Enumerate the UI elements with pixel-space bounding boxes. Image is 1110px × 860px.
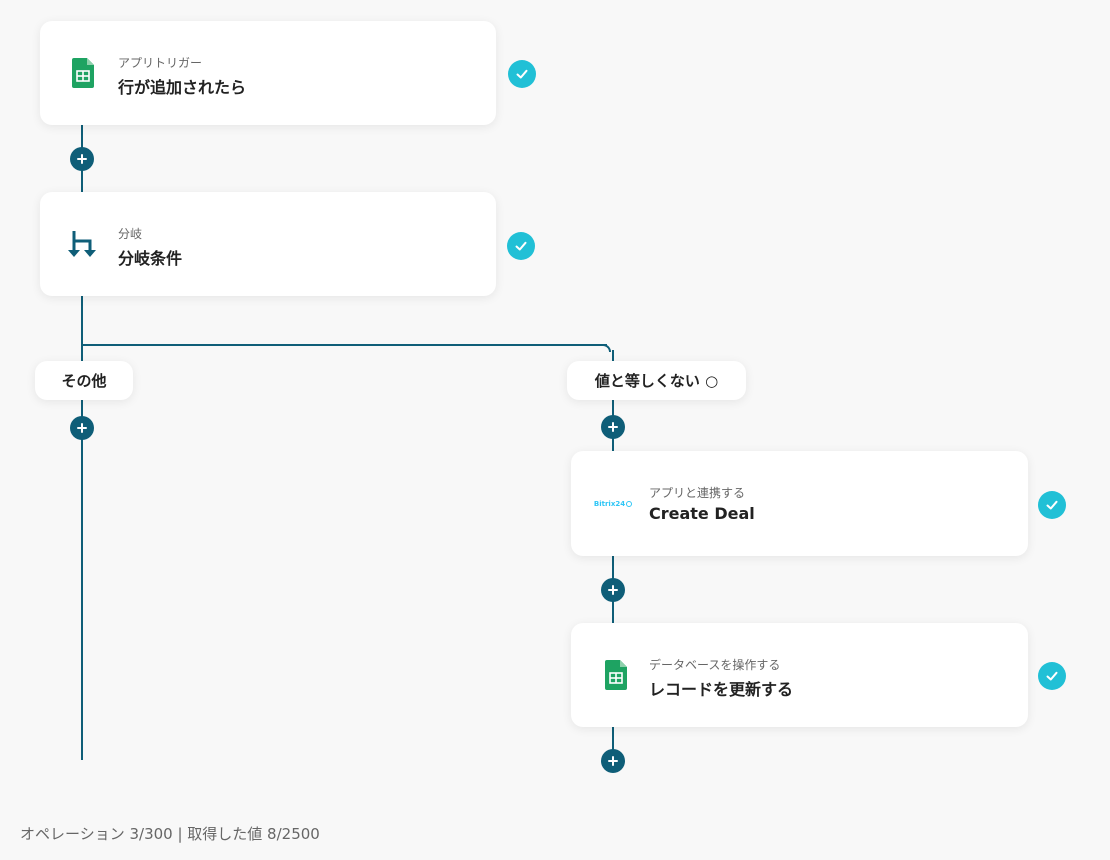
google-sheets-icon [601,660,631,690]
trigger-title: 行が追加されたら [118,78,247,97]
branch-label-not-equal[interactable]: 値と等しくない ○ [567,361,746,400]
add-step-button[interactable] [70,147,94,171]
branch-label-other[interactable]: その他 [35,361,133,400]
branch-icon [68,229,98,259]
branch-card[interactable]: 分岐 分岐条件 [40,192,496,296]
check-icon [507,232,535,260]
check-icon [508,60,536,88]
check-icon [1038,662,1066,690]
branch-subtitle: 分岐 [118,227,143,241]
plus-icon [77,423,87,433]
update-record-title: レコードを更新する [649,680,794,699]
google-sheets-icon [68,58,98,88]
create-deal-subtitle: アプリと連携する [649,486,746,500]
plus-icon [608,585,618,595]
update-record-card[interactable]: データベースを操作する レコードを更新する [571,623,1028,727]
add-step-button[interactable] [601,578,625,602]
add-step-button[interactable] [601,749,625,773]
plus-icon [608,422,618,432]
add-step-button[interactable] [70,416,94,440]
update-record-subtitle: データベースを操作する [649,658,781,672]
connector-branch-stem [81,296,83,346]
plus-icon [77,154,87,164]
trigger-card[interactable]: アプリトリガー 行が追加されたら [40,21,496,125]
branch-title: 分岐条件 [118,249,183,268]
add-step-button[interactable] [601,415,625,439]
connector-branch-horizontal [81,344,607,346]
create-deal-card[interactable]: Bitrix24 アプリと連携する Create Deal [571,451,1028,556]
check-icon [1038,491,1066,519]
connector-left-branch [81,346,83,760]
bitrix24-logo: Bitrix24 [593,489,633,519]
bitrix24-logo-text: Bitrix24 [593,499,626,508]
usage-status: オペレーション 3/300 | 取得した値 8/2500 [20,825,320,843]
trigger-subtitle: アプリトリガー [118,56,203,70]
create-deal-title: Create Deal [649,504,755,523]
connector-branch-corner [603,344,611,352]
plus-icon [608,756,618,766]
clock-icon [626,500,633,507]
